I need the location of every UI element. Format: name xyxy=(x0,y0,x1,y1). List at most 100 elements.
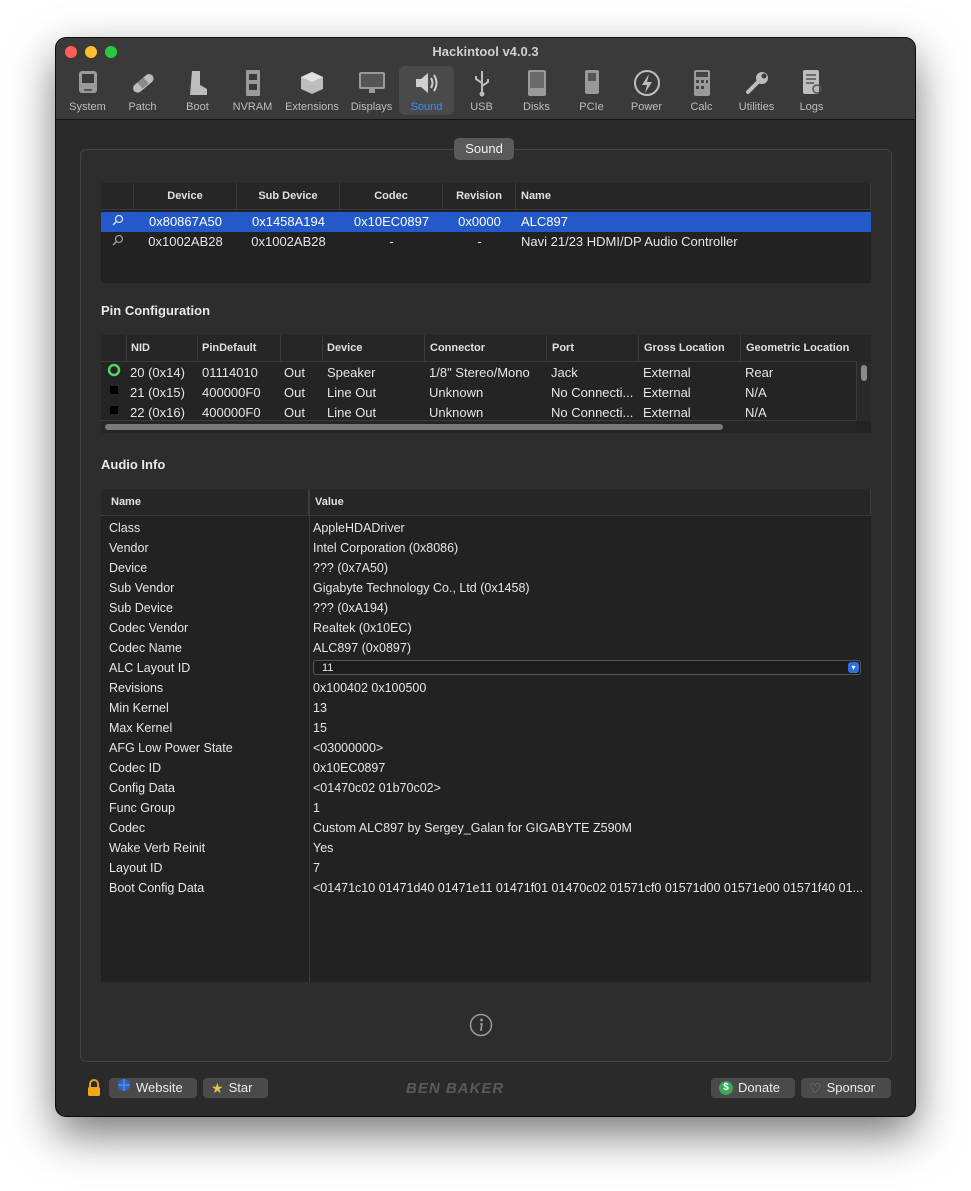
info-row[interactable]: Class AppleHDADriver xyxy=(101,518,871,538)
toolbar-sound[interactable]: Sound xyxy=(399,66,454,115)
sponsor-label: Sponsor xyxy=(826,1080,875,1095)
info-row[interactable]: AFG Low Power State <03000000> xyxy=(101,738,871,758)
heart-icon: ♡ xyxy=(809,1080,822,1096)
info-row[interactable]: Layout ID 7 xyxy=(101,858,871,878)
toolbar-pcie[interactable]: PCIe xyxy=(564,66,619,115)
toolbar-extensions[interactable]: Extensions xyxy=(280,66,344,115)
star-icon: ★ xyxy=(211,1080,224,1096)
toolbar-system[interactable]: System xyxy=(60,66,115,115)
sponsor-button[interactable]: ♡ Sponsor xyxy=(801,1078,891,1098)
info-key: Sub Vendor xyxy=(109,581,175,595)
donate-button[interactable]: $ Donate xyxy=(711,1078,795,1098)
info-key: Codec ID xyxy=(109,761,162,775)
chevron-down-icon[interactable]: ▾ xyxy=(848,662,859,673)
column-header-revision[interactable]: Revision xyxy=(443,183,516,209)
website-button[interactable]: Website xyxy=(109,1078,197,1098)
star-label: Star xyxy=(228,1080,253,1095)
table-row[interactable]: 21 (0x15) 400000F0 Out Line Out Unknown … xyxy=(101,383,871,403)
calculator-icon xyxy=(687,68,717,98)
wrench-icon xyxy=(742,68,772,98)
info-row[interactable]: Codec ID 0x10EC0897 xyxy=(101,758,871,778)
cell-revision: - xyxy=(477,234,482,249)
cell-gross-location: External xyxy=(643,385,691,400)
horizontal-scroll-thumb[interactable] xyxy=(105,424,723,430)
info-row[interactable]: Codec Custom ALC897 by Sergey_Galan for G… xyxy=(101,818,871,838)
table-row[interactable]: 0x1002AB28 0x1002AB28 - - Navi 21/23 HDM… xyxy=(101,232,871,252)
column-header-sub-device[interactable]: Sub Device xyxy=(237,183,340,209)
info-row[interactable]: Boot Config Data <01471c10 01471d40 01471… xyxy=(101,878,871,898)
toolbar-nvram[interactable]: NVRAM xyxy=(225,66,280,115)
column-header-geometric-location[interactable]: Geometric Location xyxy=(741,335,871,361)
toolbar-power[interactable]: Power xyxy=(619,66,674,115)
horizontal-scrollbar[interactable] xyxy=(101,420,857,433)
info-row[interactable]: ALC Layout ID 11 ▾ xyxy=(101,658,871,678)
info-row[interactable]: Config Data <01470c02 01b70c02> xyxy=(101,778,871,798)
toolbar-displays[interactable]: Displays xyxy=(344,66,399,115)
sound-panel: Device Sub Device Codec Revision Name 0x… xyxy=(80,149,892,1062)
cell-connector: Unknown xyxy=(429,385,484,400)
usb-icon xyxy=(467,68,497,98)
toolbar-logs[interactable]: Logs xyxy=(784,66,839,115)
info-row[interactable]: Sub Device ??? (0xA194) xyxy=(101,598,871,618)
app-window: Hackintool v4.0.3 System Patch Boot NVRA… xyxy=(56,38,915,1116)
toolbar-disks[interactable]: Disks xyxy=(509,66,564,115)
column-header-device[interactable]: Device xyxy=(134,183,237,209)
info-value: Realtek (0x10EC) xyxy=(313,621,412,635)
search-icon[interactable] xyxy=(101,232,134,252)
table-row[interactable]: 20 (0x14) 01114010 Out Speaker 1/8" Ster… xyxy=(101,363,871,383)
toolbar-utilities[interactable]: Utilities xyxy=(729,66,784,115)
table-row[interactable]: 0x80867A50 0x1458A194 0x10EC0897 0x0000 … xyxy=(101,212,871,232)
info-row[interactable]: Sub Vendor Gigabyte Technology Co., Ltd (… xyxy=(101,578,871,598)
cell-port: No Connecti... xyxy=(551,385,634,400)
info-row[interactable]: Codec Name ALC897 (0x0897) xyxy=(101,638,871,658)
column-header-name[interactable]: Name xyxy=(516,183,871,209)
info-key: Func Group xyxy=(109,801,176,815)
column-header-pindefault[interactable]: PinDefault xyxy=(198,335,281,361)
info-row[interactable]: Device ??? (0x7A50) xyxy=(101,558,871,578)
info-value: 0x100402 0x100500 xyxy=(313,681,427,695)
star-button[interactable]: ★ Star xyxy=(203,1078,268,1098)
info-row[interactable]: Min Kernel 13 xyxy=(101,698,871,718)
toolbar-boot[interactable]: Boot xyxy=(170,66,225,115)
memory-icon xyxy=(238,68,268,98)
column-header-value[interactable]: Value xyxy=(309,489,871,515)
lock-icon[interactable] xyxy=(87,1079,101,1102)
info-value: 7 xyxy=(313,861,320,875)
column-header-connector[interactable]: Connector xyxy=(425,335,547,361)
info-row[interactable]: Vendor Intel Corporation (0x8086) xyxy=(101,538,871,558)
toolbar-usb[interactable]: USB xyxy=(454,66,509,115)
alc-layout-id-value: 11 xyxy=(322,662,334,674)
column-header-direction[interactable] xyxy=(281,335,323,361)
info-value: AppleHDADriver xyxy=(313,521,405,535)
column-header-port[interactable]: Port xyxy=(547,335,639,361)
name-column-divider xyxy=(309,489,310,982)
info-row[interactable]: Func Group 1 xyxy=(101,798,871,818)
info-key: Layout ID xyxy=(109,861,163,875)
info-row[interactable]: Codec Vendor Realtek (0x10EC) xyxy=(101,618,871,638)
info-value: Custom ALC897 by Sergey_Galan for GIGABY… xyxy=(313,821,632,835)
boot-icon xyxy=(183,68,213,98)
info-icon[interactable] xyxy=(469,1013,493,1037)
cell-name: Navi 21/23 HDMI/DP Audio Controller xyxy=(521,234,738,249)
info-row[interactable]: Wake Verb Reinit Yes xyxy=(101,838,871,858)
vertical-scrollbar[interactable] xyxy=(856,361,871,421)
alc-layout-id-select[interactable]: 11 ▾ xyxy=(313,660,861,675)
toolbar-patch[interactable]: Patch xyxy=(115,66,170,115)
donate-label: Donate xyxy=(738,1080,780,1095)
connected-indicator-icon xyxy=(101,363,127,383)
toolbar-calc[interactable]: Calc xyxy=(674,66,729,115)
info-value: 1 xyxy=(313,801,320,815)
audio-info-heading: Audio Info xyxy=(101,457,166,472)
toolbar-pcie-label: PCIe xyxy=(579,101,604,113)
info-row[interactable]: Revisions 0x100402 0x100500 xyxy=(101,678,871,698)
info-row[interactable]: Max Kernel 15 xyxy=(101,718,871,738)
vertical-scroll-thumb[interactable] xyxy=(861,365,867,381)
column-header-codec[interactable]: Codec xyxy=(340,183,443,209)
info-value: <01471c10 01471d40 01471e11 01471f01 014… xyxy=(313,881,863,895)
search-icon[interactable] xyxy=(101,212,134,232)
cell-device: Speaker xyxy=(327,365,376,380)
column-header-name[interactable]: Name xyxy=(101,489,309,515)
column-header-device[interactable]: Device xyxy=(323,335,425,361)
column-header-nid[interactable]: NID xyxy=(127,335,198,361)
column-header-gross-location[interactable]: Gross Location xyxy=(639,335,741,361)
